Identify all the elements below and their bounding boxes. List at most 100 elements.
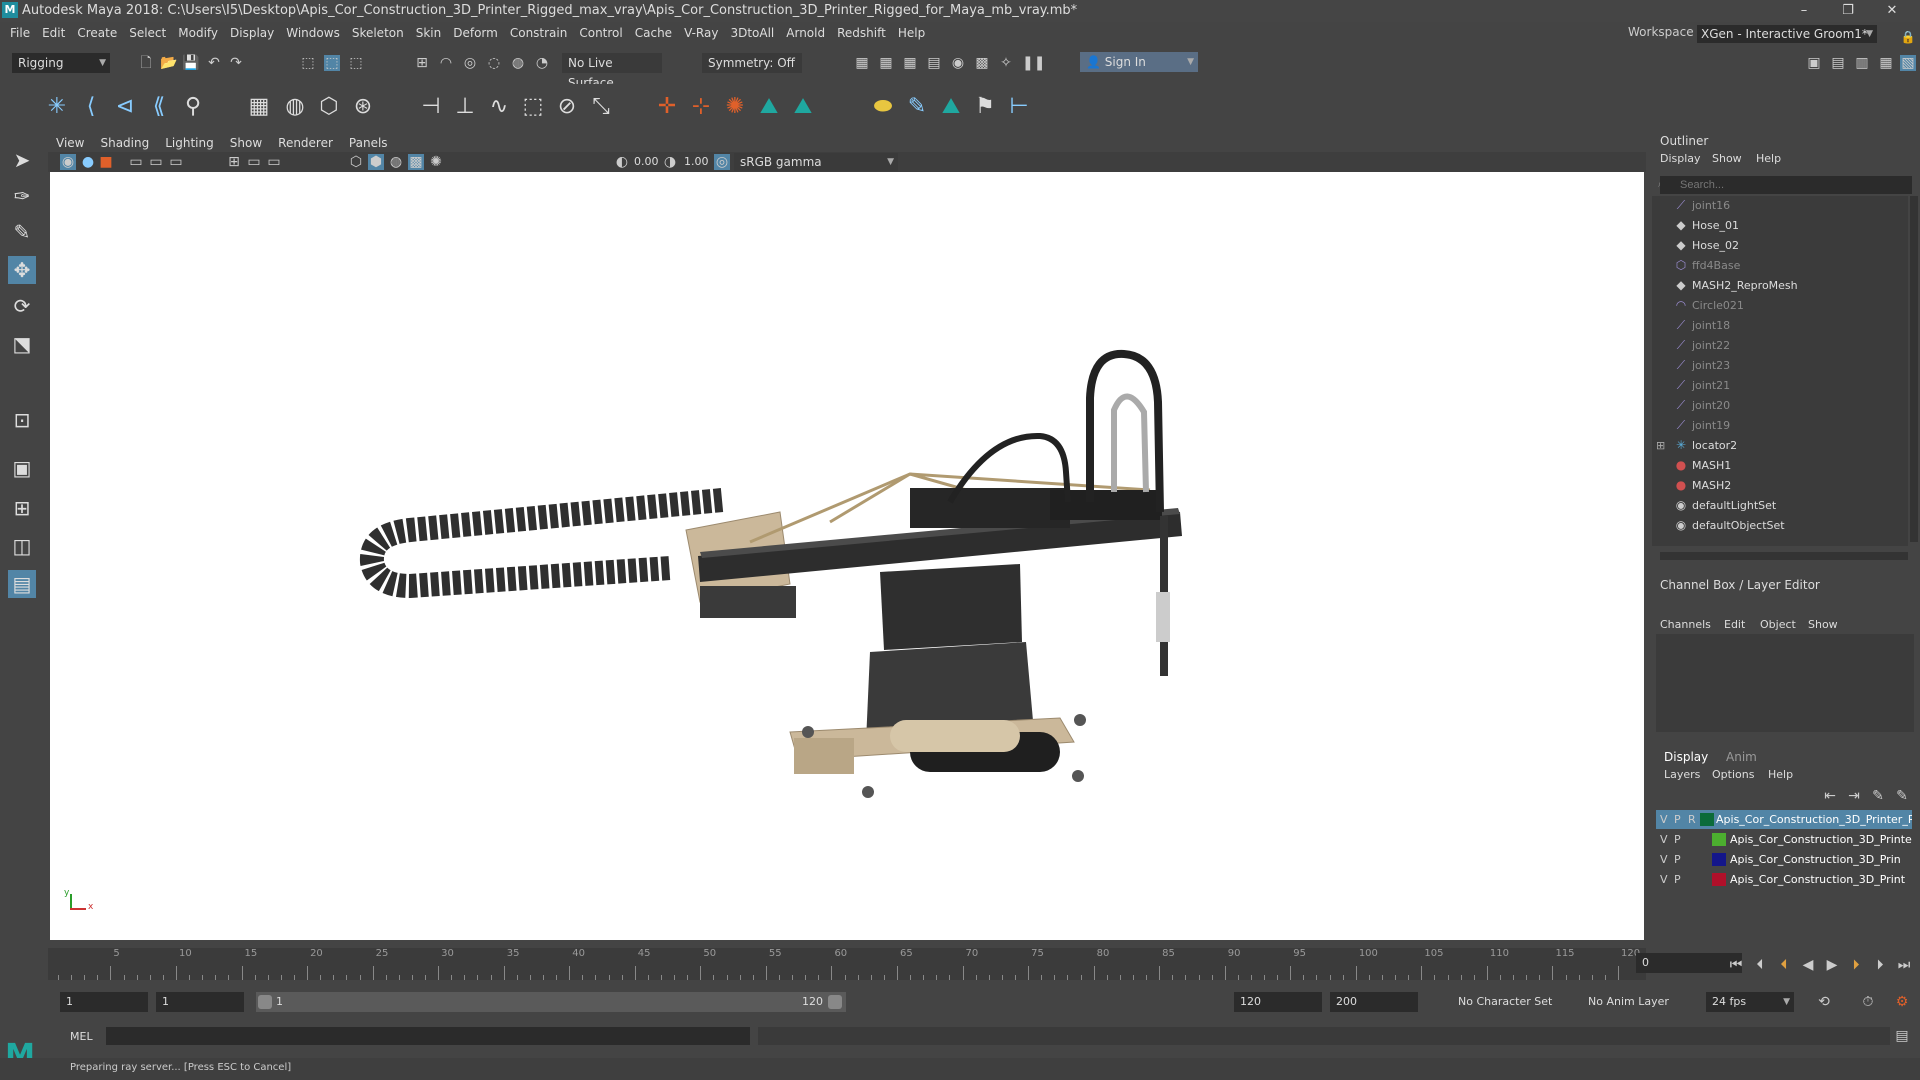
toggle-channel-box-icon[interactable]: ▦ (1878, 55, 1894, 71)
outliner-item[interactable]: ⟋ joint20 (1677, 396, 1730, 416)
new-empty-layer-icon[interactable]: ✎ (1870, 788, 1886, 804)
layer-row[interactable]: V P Apis_Cor_Construction_3D_Print (1656, 870, 1912, 889)
lasso-tool-icon[interactable]: ✑ (8, 182, 36, 210)
render-frame-icon[interactable]: ▦ (854, 55, 870, 71)
layer-color-swatch[interactable] (1712, 873, 1726, 886)
layer-color-swatch[interactable] (1712, 833, 1726, 846)
color-management-icon[interactable]: ◎ (714, 154, 730, 170)
menu-3dtoall[interactable]: 3DtoAll (724, 22, 780, 44)
step-back-key-icon[interactable]: ⏴ (1752, 957, 1768, 973)
menu-constrain[interactable]: Constrain (504, 22, 574, 44)
grid-toggle-icon[interactable]: ⊞ (226, 154, 242, 170)
menu-cache[interactable]: Cache (629, 22, 678, 44)
menu-control[interactable]: Control (573, 22, 628, 44)
channel-menu-show[interactable]: Show (1808, 618, 1838, 631)
move-layer-up-icon[interactable]: ⇤ (1822, 788, 1838, 804)
layer-name[interactable]: Apis_Cor_Construction_3D_Printer_F (1730, 830, 1912, 849)
layer-menu-layers[interactable]: Layers (1664, 768, 1700, 781)
viewport-menu-shading[interactable]: Shading (92, 134, 157, 152)
quick-rig-icon[interactable]: ⚲ (180, 94, 206, 120)
human-ik-icon[interactable]: ✺ (722, 94, 748, 120)
outliner-layout-icon[interactable]: ▤ (8, 570, 36, 598)
last-tool-icon[interactable]: ⊡ (8, 406, 36, 434)
toggle-tool-settings-icon[interactable]: ▥ (1854, 55, 1870, 71)
mash-world-icon[interactable]: ⛰ (938, 94, 964, 120)
layer-visibility-toggle[interactable]: V (1660, 870, 1668, 889)
outliner-item[interactable]: ◆ MASH2_ReproMesh (1676, 276, 1797, 296)
layer-visibility-toggle[interactable]: V (1660, 850, 1668, 869)
command-input[interactable] (106, 1027, 750, 1045)
outliner-item[interactable]: ◉ defaultObjectSet (1676, 516, 1785, 536)
outliner-scrollbar[interactable] (1910, 196, 1918, 542)
locator-constraint-icon[interactable]: ✛ (654, 94, 680, 120)
outliner-item[interactable]: ● MASH1 (1676, 456, 1732, 476)
script-editor-icon[interactable]: ▤ (1894, 1028, 1910, 1044)
toggle-attribute-editor-icon[interactable]: ▤ (1830, 55, 1846, 71)
scale-tool-icon[interactable]: ⬔ (8, 330, 36, 358)
soft-mod-icon[interactable]: ⊛ (350, 94, 376, 120)
symmetry-dropdown[interactable]: Symmetry: Off (702, 53, 802, 73)
remove-influence-icon[interactable]: ⤡ (588, 94, 614, 120)
outliner-h-scrollbar[interactable] (1660, 552, 1908, 560)
auto-key-icon[interactable]: ⏱ (1860, 994, 1876, 1010)
outliner-item[interactable]: ◉ defaultLightSet (1676, 496, 1776, 516)
menu-redshift[interactable]: Redshift (831, 22, 892, 44)
bookmark-icon[interactable]: ▭ (128, 154, 144, 170)
channel-menu-channels[interactable]: Channels (1660, 618, 1711, 631)
menu-vray[interactable]: V-Ray (678, 22, 724, 44)
sign-in-button[interactable]: 👤 Sign In ▼ (1080, 52, 1198, 72)
layer-name[interactable]: Apis_Cor_Construction_3D_Print (1730, 870, 1905, 889)
playback-start-field[interactable]: 1 (156, 992, 244, 1012)
gamma-value[interactable]: 1.00 (684, 155, 709, 168)
layer-playback-toggle[interactable]: P (1674, 870, 1681, 889)
pause-render-icon[interactable]: ❚❚ (1022, 55, 1045, 71)
textured-icon[interactable]: ▩ (408, 154, 424, 170)
menu-deform[interactable]: Deform (447, 22, 504, 44)
lattice-icon[interactable]: ▦ (246, 94, 272, 120)
workspace-dropdown[interactable]: XGen - Interactive Groom1* ▼ (1697, 25, 1877, 43)
play-forward-icon[interactable]: ▶ (1824, 957, 1840, 973)
outliner-item[interactable]: ◠ Circle021 (1676, 296, 1744, 316)
ik-handle-icon[interactable]: ⊥ (452, 94, 478, 120)
range-end-handle[interactable] (828, 995, 842, 1009)
select-object-icon[interactable]: ⬚ (324, 55, 340, 71)
layer-menu-options[interactable]: Options (1712, 768, 1754, 781)
layer-playback-toggle[interactable]: P (1674, 830, 1681, 849)
layer-reference-toggle[interactable]: R (1688, 810, 1696, 829)
select-hierarchy-icon[interactable]: ⬚ (300, 55, 316, 71)
outliner-item[interactable]: ⟋ joint23 (1677, 356, 1730, 376)
viewport-menu-panels[interactable]: Panels (341, 134, 396, 152)
select-component-icon[interactable]: ⬚ (348, 55, 364, 71)
move-tool-icon[interactable]: ✥ (8, 256, 36, 284)
ipr-render-icon[interactable]: ▦ (902, 55, 918, 71)
anim-preferences-icon[interactable]: ⚙ (1894, 994, 1910, 1010)
image-plane-icon[interactable]: ▭ (148, 154, 164, 170)
hypershade-icon[interactable]: ◉ (950, 55, 966, 71)
render-settings-icon[interactable]: ▤ (926, 55, 942, 71)
menu-skin[interactable]: Skin (410, 22, 448, 44)
go-to-end-icon[interactable]: ⏭ (1896, 957, 1912, 973)
exposure-value[interactable]: 0.00 (634, 155, 659, 168)
new-scene-icon[interactable]: 🗋 (138, 55, 154, 71)
four-view-layout-icon[interactable]: ⊞ (8, 494, 36, 522)
camera-lock-icon[interactable]: ● (80, 154, 96, 170)
snap-vertex-icon[interactable]: ◔ (534, 55, 550, 71)
close-button[interactable]: ✕ (1872, 0, 1912, 22)
layer-playback-toggle[interactable]: P (1674, 810, 1681, 829)
select-tool-icon[interactable]: ➤ (8, 146, 36, 174)
outliner-item[interactable]: ⟋ joint18 (1677, 316, 1730, 336)
camera-select-icon[interactable]: ◉ (60, 154, 76, 170)
gamma-icon[interactable]: ◑ (662, 154, 678, 170)
wireframe-on-shaded-icon[interactable]: ◍ (388, 154, 404, 170)
layer-row[interactable]: V P Apis_Cor_Construction_3D_Prin (1656, 850, 1912, 869)
play-backward-icon[interactable]: ◀ (1800, 957, 1816, 973)
menu-create[interactable]: Create (71, 22, 123, 44)
layer-tab-display[interactable]: Display (1664, 750, 1708, 764)
paint-blend-icon[interactable]: ✎ (904, 94, 930, 120)
range-start-handle[interactable] (258, 995, 272, 1009)
undo-icon[interactable]: ↶ (206, 55, 222, 71)
snap-curve-icon[interactable]: ◠ (438, 55, 454, 71)
two-pane-layout-icon[interactable]: ◫ (8, 532, 36, 560)
wrap-icon[interactable]: ◍ (282, 94, 308, 120)
command-language-label[interactable]: MEL (70, 1030, 93, 1043)
